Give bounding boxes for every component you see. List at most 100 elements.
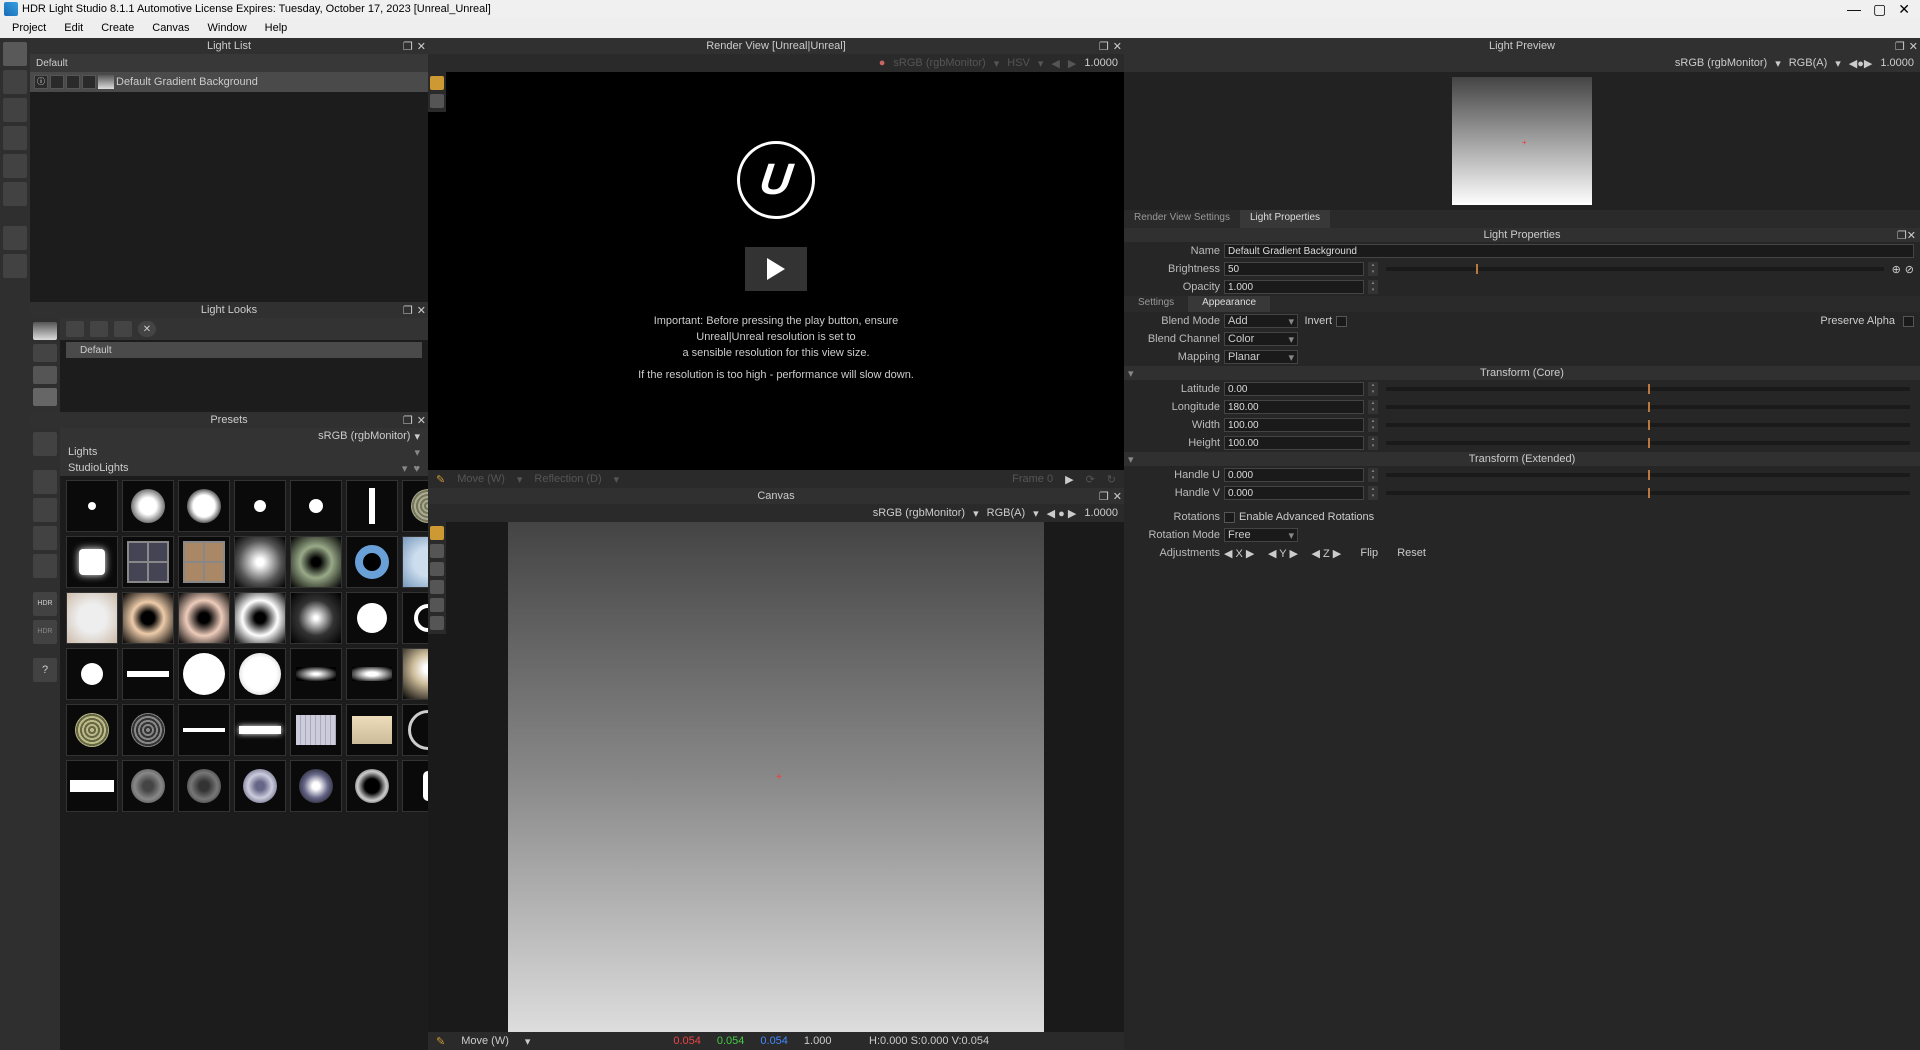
presets-subcategory[interactable]: StudioLights▾ ♥ [60,460,428,476]
preset-item[interactable] [402,480,428,532]
undock-icon[interactable]: ❐ [403,304,413,317]
close-icon[interactable]: ✕ [1113,40,1122,53]
preset-item[interactable] [290,592,342,644]
preset-item[interactable] [290,480,342,532]
cv-tool-grid[interactable] [430,616,444,630]
preset-item[interactable] [66,704,118,756]
tool-light-5[interactable] [3,154,27,178]
preset-item[interactable] [178,760,230,812]
preset-item[interactable] [346,536,398,588]
preset-item[interactable] [66,760,118,812]
look-swatch-3[interactable] [33,366,57,384]
preset-filter-2[interactable] [33,470,57,494]
preset-item[interactable] [402,704,428,756]
preset-item[interactable] [234,592,286,644]
preset-item[interactable] [346,704,398,756]
cv-tool-zoom[interactable] [430,580,444,594]
preset-item[interactable] [290,704,342,756]
close-icon[interactable]: ✕ [1907,230,1916,242]
undock-icon[interactable]: ❐ [403,414,413,427]
rv-loop-icon[interactable]: ↻ [1107,473,1116,486]
minimize-button[interactable]: — [1847,1,1861,18]
prop-handle-v[interactable] [1224,486,1364,500]
preset-item[interactable] [234,648,286,700]
preset-filter-4[interactable] [33,526,57,550]
cv-tool-hand[interactable] [430,562,444,576]
prop-preserve-check[interactable] [1903,316,1914,327]
cv-tool-pointer[interactable] [430,544,444,558]
canvas-exposure[interactable]: 1.0000 [1084,507,1118,519]
canvas-exposure-slider[interactable]: ◀ ● ▶ [1047,507,1077,520]
prop-invert-check[interactable] [1336,316,1347,327]
lp-colorspace[interactable]: sRGB (rgbMonitor) [1675,57,1767,69]
preset-item[interactable] [66,536,118,588]
rv-reflection-tool[interactable]: Reflection (D) [534,473,601,485]
close-icon[interactable]: ✕ [1909,40,1918,53]
preset-filter-3[interactable] [33,498,57,522]
prop-width-slider[interactable] [1386,423,1910,427]
prop-brightness-input[interactable] [1224,262,1364,276]
render-toggle[interactable] [82,75,96,89]
brightness-link[interactable]: ⊘ [1905,263,1914,276]
solo-toggle[interactable] [50,75,64,89]
preset-item[interactable] [234,704,286,756]
spinner[interactable]: ▴▾ [1368,280,1378,294]
prop-height-slider[interactable] [1386,441,1910,445]
preset-item[interactable] [346,648,398,700]
preset-item[interactable] [66,480,118,532]
cv-tool-fit[interactable] [430,598,444,612]
preset-item[interactable] [178,536,230,588]
look-copy-button[interactable] [114,321,132,337]
preset-item[interactable] [122,592,174,644]
preset-item[interactable] [178,704,230,756]
look-swatch-4[interactable] [33,388,57,406]
prop-latitude[interactable] [1224,382,1364,396]
subtab-appearance[interactable]: Appearance [1188,296,1270,312]
preset-item[interactable] [122,648,174,700]
preset-filter-5[interactable] [33,554,57,578]
tool-light-4[interactable] [3,126,27,150]
preset-help[interactable]: ? [33,658,57,682]
preset-filter-hdr2[interactable]: HDR [33,620,57,644]
undock-icon[interactable]: ❐ [403,40,413,53]
light-list-item[interactable]: ⓘ Default Gradient Background [30,72,428,92]
tab-render-view-settings[interactable]: Render View Settings [1124,210,1240,228]
preset-item[interactable] [122,536,174,588]
preset-item[interactable] [290,760,342,812]
rv-move-tool[interactable]: Move (W) [457,473,505,485]
preset-item[interactable] [178,648,230,700]
menu-edit[interactable]: Edit [56,20,91,36]
preset-item[interactable] [178,480,230,532]
prop-opacity-input[interactable] [1224,280,1364,294]
menu-create[interactable]: Create [93,20,142,36]
look-swatch-1[interactable] [33,322,57,340]
prop-mapping[interactable]: Planar▾ [1224,350,1298,364]
canvas-channel[interactable]: RGB(A) [987,507,1026,519]
prop-rotations-check[interactable] [1224,512,1235,523]
presets-category[interactable]: Lights▾ [60,444,428,460]
undock-icon[interactable]: ❐ [1099,40,1109,53]
preset-item[interactable] [234,536,286,588]
prop-longitude[interactable] [1224,400,1364,414]
rv-tool-brush[interactable] [430,76,444,90]
preset-item[interactable] [234,760,286,812]
canvas-viewport[interactable]: + [508,522,1044,1032]
canvas-tool[interactable]: Move (W) [461,1035,509,1047]
look-swatch-2[interactable] [33,344,57,362]
look-delete-button[interactable]: ✕ [138,321,156,337]
preset-item[interactable] [66,648,118,700]
prop-latitude-slider[interactable] [1386,387,1910,391]
rv-colorspace[interactable]: sRGB (rgbMonitor) [893,57,985,69]
undock-icon[interactable]: ❐ [1897,230,1907,242]
close-icon[interactable]: ✕ [417,40,426,53]
prop-handle-u[interactable] [1224,468,1364,482]
prop-handleu-slider[interactable] [1386,473,1910,477]
look-item[interactable]: Default [66,342,422,358]
menu-help[interactable]: Help [257,20,296,36]
preset-item[interactable] [346,760,398,812]
preset-item[interactable] [122,760,174,812]
subtab-settings[interactable]: Settings [1124,296,1188,312]
prop-height[interactable] [1224,436,1364,450]
preset-item[interactable] [402,760,428,812]
maximize-button[interactable]: ▢ [1873,1,1886,18]
